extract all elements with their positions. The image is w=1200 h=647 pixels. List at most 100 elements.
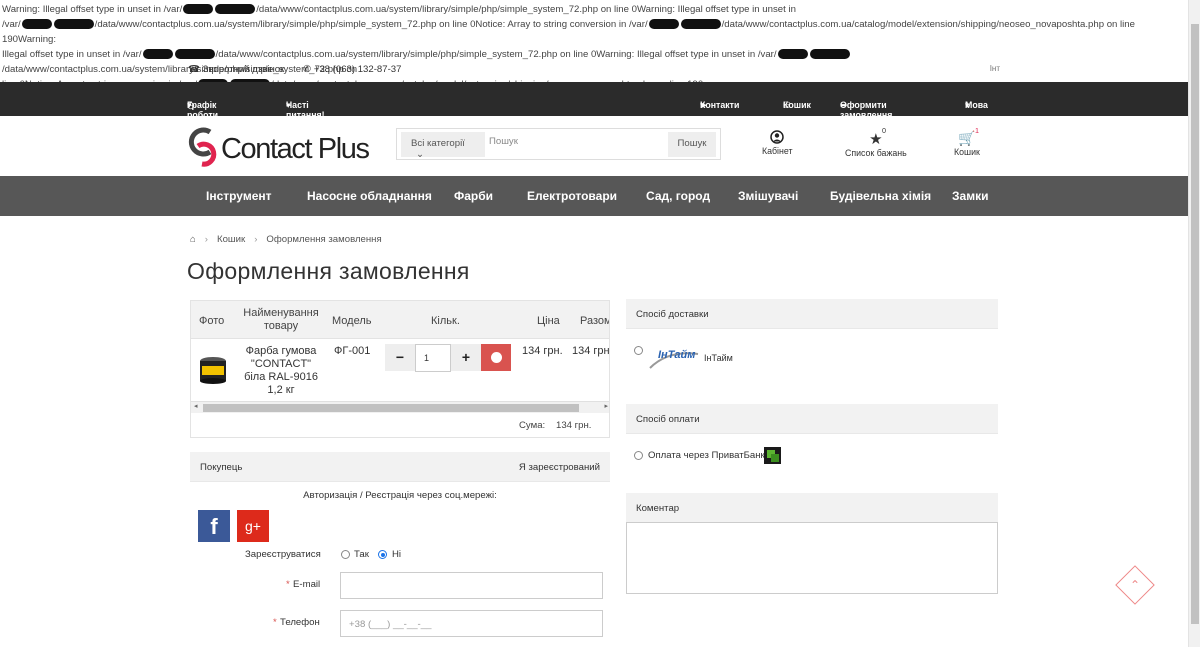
quantity-input[interactable]: 1 <box>415 344 451 372</box>
register-no-radio[interactable] <box>378 550 387 559</box>
comment-panel-header: Коментар <box>626 493 998 523</box>
callback-link[interactable]: ☎ Зворотний дзвінок <box>188 64 284 75</box>
topbar-cart-label: Кошик <box>783 100 811 110</box>
nav-item[interactable]: Будівельна хімія <box>830 189 931 203</box>
product-name-link[interactable]: Фарба гумова "CONTACT" біла RAL-9016 1,2… <box>239 345 323 397</box>
wishlist-count: 0 <box>882 126 886 135</box>
account-link[interactable]: Кабінет <box>762 130 793 156</box>
phone-link[interactable]: ✆ +38 (063) 132-87-37 <box>303 64 401 75</box>
page-title: Оформлення замовлення <box>187 258 470 284</box>
warning-text: /data/www/contactplus.com.ua/system/libr… <box>256 4 796 15</box>
warning-text: /data/www/contactplus.com.ua/system/libr… <box>94 19 648 30</box>
scrollbar-thumb[interactable] <box>203 404 579 412</box>
remove-item-button[interactable] <box>481 344 511 371</box>
register-yes-radio[interactable] <box>341 550 350 559</box>
privatbank-icon <box>764 447 781 464</box>
breadcrumb: ⌂ › Кошик › Оформлення замовлення <box>190 234 382 245</box>
cart-table: Фото Найменування товару Модель Кільк. Ц… <box>190 300 610 438</box>
intime-logo: ІнТайм <box>648 344 702 372</box>
nav-item[interactable]: Змішувачі <box>738 189 798 203</box>
cart-table-header: Фото Найменування товару Модель Кільк. Ц… <box>191 301 610 339</box>
email-field[interactable] <box>340 572 603 599</box>
col-qty: Кільк. <box>431 315 460 327</box>
nav-item[interactable]: Сад, город <box>646 189 710 203</box>
phone-icon: ✆ <box>303 64 312 75</box>
header-cart-link[interactable]: 🛒 1 Кошик <box>954 126 980 157</box>
logo-mark-icon <box>188 127 217 167</box>
buyer-title: Покупець <box>200 462 243 473</box>
search-category-label: Всі категорії <box>411 138 465 149</box>
col-price: Ціна <box>537 315 560 327</box>
already-registered-link[interactable]: Я зареєстрований <box>519 462 600 473</box>
google-plus-icon: g+ <box>245 518 261 534</box>
contacts-label: Контакти <box>700 100 740 110</box>
redacted-block <box>809 49 850 60</box>
col-photo: Фото <box>199 315 225 327</box>
redacted-block <box>53 19 94 30</box>
required-mark: * <box>273 617 277 628</box>
site-logo[interactable]: Contact Plus <box>188 126 378 170</box>
comment-title: Коментар <box>636 503 680 514</box>
payment-privat-radio[interactable] <box>634 451 643 460</box>
nav-item[interactable]: Замки <box>952 189 988 203</box>
callback-label: Зворотний дзвінок <box>202 64 285 75</box>
gplus-login-button[interactable]: g+ <box>237 510 269 542</box>
page-vertical-scrollbar[interactable] <box>1188 0 1200 647</box>
header-cart-label: Кошик <box>954 147 980 157</box>
phone-placeholder: +38 (___) __-__-__ <box>349 619 432 630</box>
lang-short: Інт <box>989 64 1000 73</box>
table-horizontal-scrollbar[interactable]: ◂ ▸ <box>191 401 609 413</box>
decrease-button[interactable]: − <box>385 344 415 371</box>
redacted-block <box>648 19 679 30</box>
breadcrumb-separator: › <box>254 234 258 245</box>
phone-label: Телефон <box>280 617 320 628</box>
breadcrumb-cart[interactable]: Кошик <box>217 234 245 245</box>
cart-icon: 🛒 <box>958 130 976 146</box>
register-no-label[interactable]: Ні <box>392 549 401 560</box>
home-icon[interactable]: ⌂ <box>190 234 196 245</box>
intime-logo-text: ІнТайм <box>658 349 695 361</box>
social-login-caption: Авторизація / Реєстрація через соц.мереж… <box>303 490 497 501</box>
chevron-down-icon: ▾ <box>187 100 192 110</box>
site-header: Contact Plus Всі категорії ⌄ Пошук Пошук… <box>0 116 1188 176</box>
search-bar: Всі категорії ⌄ Пошук Пошук <box>396 128 721 160</box>
php-warnings: Warning: Illegal offset type in unset in… <box>0 2 1180 92</box>
close-circle-icon <box>491 352 502 363</box>
chevron-down-icon: ▾ <box>965 100 970 110</box>
col-total: Разом <box>580 315 610 327</box>
facebook-login-button[interactable]: f <box>198 510 230 542</box>
wishlist-label: Список бажань <box>845 148 907 158</box>
col-model: Модель <box>332 315 372 327</box>
user-circle-icon <box>770 130 784 144</box>
search-input[interactable]: Пошук <box>489 136 518 147</box>
payment-option-label[interactable]: Оплата через ПриватБанк <box>648 450 765 461</box>
shipping-option-label[interactable]: ІнТайм <box>704 353 733 363</box>
nav-item[interactable]: Насосне обладнання <box>307 189 432 203</box>
nav-item[interactable]: Інструмент <box>206 189 272 203</box>
sum-value: 134 грн. <box>556 420 592 431</box>
warning-text: Warning: Illegal offset type in unset in… <box>2 4 183 15</box>
register-yes-label[interactable]: Так <box>354 549 369 560</box>
increase-button[interactable]: + <box>451 344 481 371</box>
search-category-select[interactable]: Всі категорії ⌄ <box>401 132 485 160</box>
top-contact-line: ☎ Зворотний дзвінок ✆ +38 (063) 132-87-3… <box>188 64 1000 78</box>
wishlist-link[interactable]: ★ 0 Список бажань <box>845 126 907 158</box>
logo-text: Contact Plus <box>221 133 370 165</box>
payment-panel-header: Спосіб оплати <box>626 404 998 434</box>
product-thumbnail[interactable] <box>199 355 227 385</box>
scroll-left-icon[interactable]: ◂ <box>194 402 198 410</box>
comment-textarea[interactable] <box>626 522 998 594</box>
shipping-intime-radio[interactable] <box>634 346 643 355</box>
nav-item[interactable]: Електротовари <box>527 189 617 203</box>
phone-field[interactable]: +38 (___) __-__-__ <box>340 610 603 637</box>
buyer-panel-header: Покупець Я зареєстрований <box>190 452 610 482</box>
scroll-right-icon[interactable]: ▸ <box>604 402 608 410</box>
top-bar: ◷ Графік роботи ▾ ▪ Часті питання! ▾ ➤ Ко… <box>0 82 1188 120</box>
shipping-title: Спосіб доставки <box>636 309 709 320</box>
nav-item[interactable]: Фарби <box>454 189 493 203</box>
phone-number: +38 (063) 132-87-37 <box>313 64 402 75</box>
search-button[interactable]: Пошук <box>668 132 716 157</box>
payment-title: Спосіб оплати <box>636 414 700 425</box>
chevron-down-icon: ▾ <box>286 100 291 110</box>
page-scrollbar-thumb[interactable] <box>1191 24 1199 624</box>
